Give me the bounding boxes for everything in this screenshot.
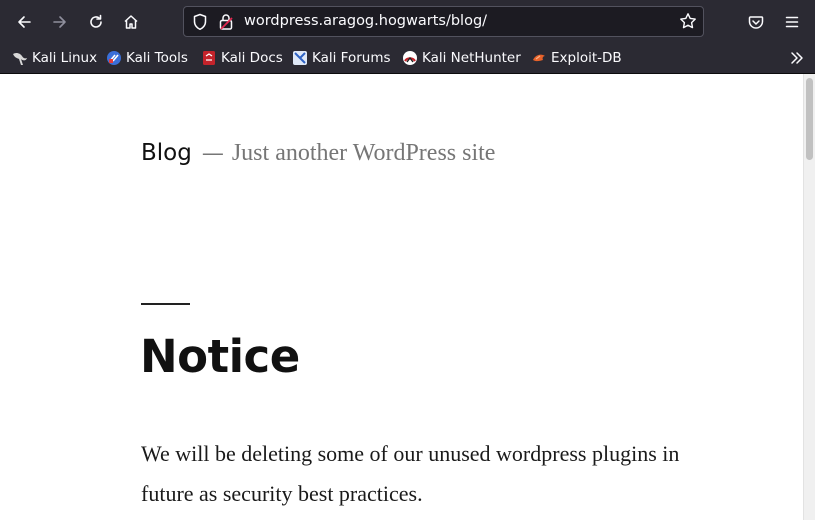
url-bar[interactable]: wordpress.aragog.hogwarts/blog/: [183, 6, 704, 37]
back-icon: [18, 16, 31, 28]
bookmark-kali-linux[interactable]: Kali Linux: [12, 49, 97, 67]
bookmark-label: Exploit-DB: [551, 50, 622, 66]
exploit-db-icon: [533, 54, 545, 62]
bookmark-label: Kali NetHunter: [422, 50, 521, 66]
bookmark-label: Kali Linux: [32, 50, 98, 66]
bookmark-kali-tools[interactable]: Kali Tools: [106, 49, 188, 67]
menu-button[interactable]: [778, 8, 806, 36]
bookmark-exploit-db[interactable]: Exploit-DB: [531, 49, 622, 67]
bookmark-label: Kali Forums: [312, 50, 391, 66]
title-separator: —: [201, 141, 224, 166]
kali-nethunter-icon: [403, 51, 417, 65]
site-header: Blog — Just another WordPress site: [141, 140, 495, 167]
pocket-button[interactable]: [742, 8, 770, 36]
forward-icon: [53, 16, 66, 28]
url-text[interactable]: wordpress.aragog.hogwarts/blog/: [244, 13, 487, 29]
post-title: Notice: [140, 330, 300, 383]
site-tagline: Just another WordPress site: [231, 140, 496, 166]
post-divider: [141, 303, 190, 305]
reload-icon: [90, 14, 102, 28]
site-name-link[interactable]: Blog: [141, 140, 192, 166]
kali-forums-icon: [293, 51, 307, 65]
post-content: We will be deleting some of our unused w…: [141, 441, 680, 506]
reload-button[interactable]: [82, 8, 110, 36]
kali-tools-icon: [107, 51, 121, 65]
bookmarks-toolbar: Kali Linux Kali Tools Kali Docs Kali For…: [0, 44, 815, 74]
bookmark-kali-forums[interactable]: Kali Forums: [292, 49, 391, 67]
forward-button[interactable]: [46, 8, 74, 36]
menu-icon: [785, 16, 799, 28]
bookmark-kali-nethunter[interactable]: Kali NetHunter: [402, 49, 521, 67]
star-icon[interactable]: [679, 12, 697, 34]
bookmark-kali-docs[interactable]: Kali Docs: [201, 49, 283, 67]
home-button[interactable]: [117, 8, 145, 36]
kali-docs-icon: [203, 51, 215, 65]
chevron-double-right-icon[interactable]: [789, 50, 805, 70]
scrollbar-thumb[interactable]: [806, 78, 813, 160]
back-button[interactable]: [10, 8, 38, 36]
shield-icon[interactable]: [192, 13, 208, 35]
bookmark-label: Kali Tools: [126, 50, 188, 66]
lock-icon[interactable]: [218, 13, 234, 35]
pocket-icon: [748, 16, 764, 29]
home-icon: [124, 15, 138, 29]
bookmark-label: Kali Docs: [221, 50, 283, 66]
browser-toolbar: wordpress.aragog.hogwarts/blog/: [0, 0, 815, 44]
kali-dragon-icon: [13, 52, 27, 65]
